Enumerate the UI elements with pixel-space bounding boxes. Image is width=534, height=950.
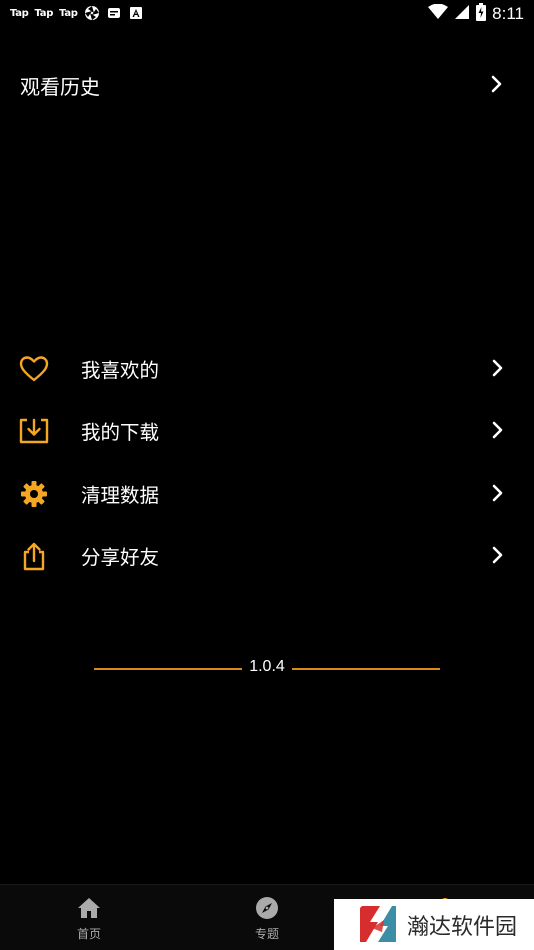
status-bar: Tap Tap Tap 8:11 bbox=[0, 0, 534, 28]
compass-icon bbox=[254, 895, 280, 921]
watermark-logo-icon bbox=[356, 902, 400, 946]
version-number: 1.0.4 bbox=[249, 658, 285, 675]
chevron-right-icon bbox=[490, 545, 506, 569]
chevron-right-icon bbox=[489, 74, 505, 98]
watch-history-row[interactable]: 观看历史 bbox=[0, 62, 534, 108]
message-icon bbox=[106, 5, 122, 21]
app-version: 1.0.4 bbox=[94, 656, 440, 680]
menu-item-favorites[interactable]: 我喜欢的 bbox=[0, 337, 534, 399]
wifi-icon bbox=[428, 3, 449, 24]
nav-tab-topics[interactable]: 专题 bbox=[227, 893, 307, 947]
menu-item-label: 我的下载 bbox=[81, 421, 160, 445]
home-icon bbox=[76, 895, 102, 921]
nav-tab-label: 首页 bbox=[76, 927, 101, 941]
menu-item-label: 分享好友 bbox=[81, 545, 160, 569]
gear-icon bbox=[18, 478, 50, 510]
nav-tab-home[interactable]: 首页 bbox=[49, 893, 129, 947]
watermark-text: 瀚达软件园 bbox=[407, 915, 518, 940]
chevron-right-icon bbox=[490, 483, 506, 507]
menu-item-clear-data[interactable]: 清理数据 bbox=[0, 462, 534, 524]
battery-icon bbox=[476, 3, 487, 25]
menu-item-label: 我喜欢的 bbox=[81, 359, 160, 382]
app-store-icon bbox=[128, 5, 144, 21]
clock: 8:11 bbox=[492, 4, 524, 23]
system-icons: 8:11 bbox=[428, 3, 524, 25]
share-icon bbox=[18, 540, 50, 572]
nav-tab-label: 专题 bbox=[254, 927, 279, 941]
menu-item-label: 清理数据 bbox=[81, 483, 160, 507]
download-icon bbox=[18, 415, 50, 447]
signal-icon bbox=[454, 4, 470, 24]
taptap-icon: Tap bbox=[10, 7, 29, 19]
taptap-icon: Tap bbox=[59, 7, 78, 19]
menu-item-share[interactable]: 分享好友 bbox=[0, 524, 534, 586]
watch-history-title: 观看历史 bbox=[20, 74, 100, 99]
chevron-right-icon bbox=[490, 358, 506, 382]
settings-menu: 我喜欢的 我的下载 清理数据 分享好友 bbox=[0, 337, 534, 586]
chevron-right-icon bbox=[490, 420, 506, 444]
taptap-icon: Tap bbox=[34, 7, 54, 19]
watermark: 瀚达软件园 bbox=[334, 899, 534, 950]
aperture-icon bbox=[84, 5, 100, 21]
notification-icons: Tap Tap Tap bbox=[10, 5, 144, 21]
heart-icon bbox=[18, 353, 50, 385]
menu-item-downloads[interactable]: 我的下载 bbox=[0, 399, 534, 461]
